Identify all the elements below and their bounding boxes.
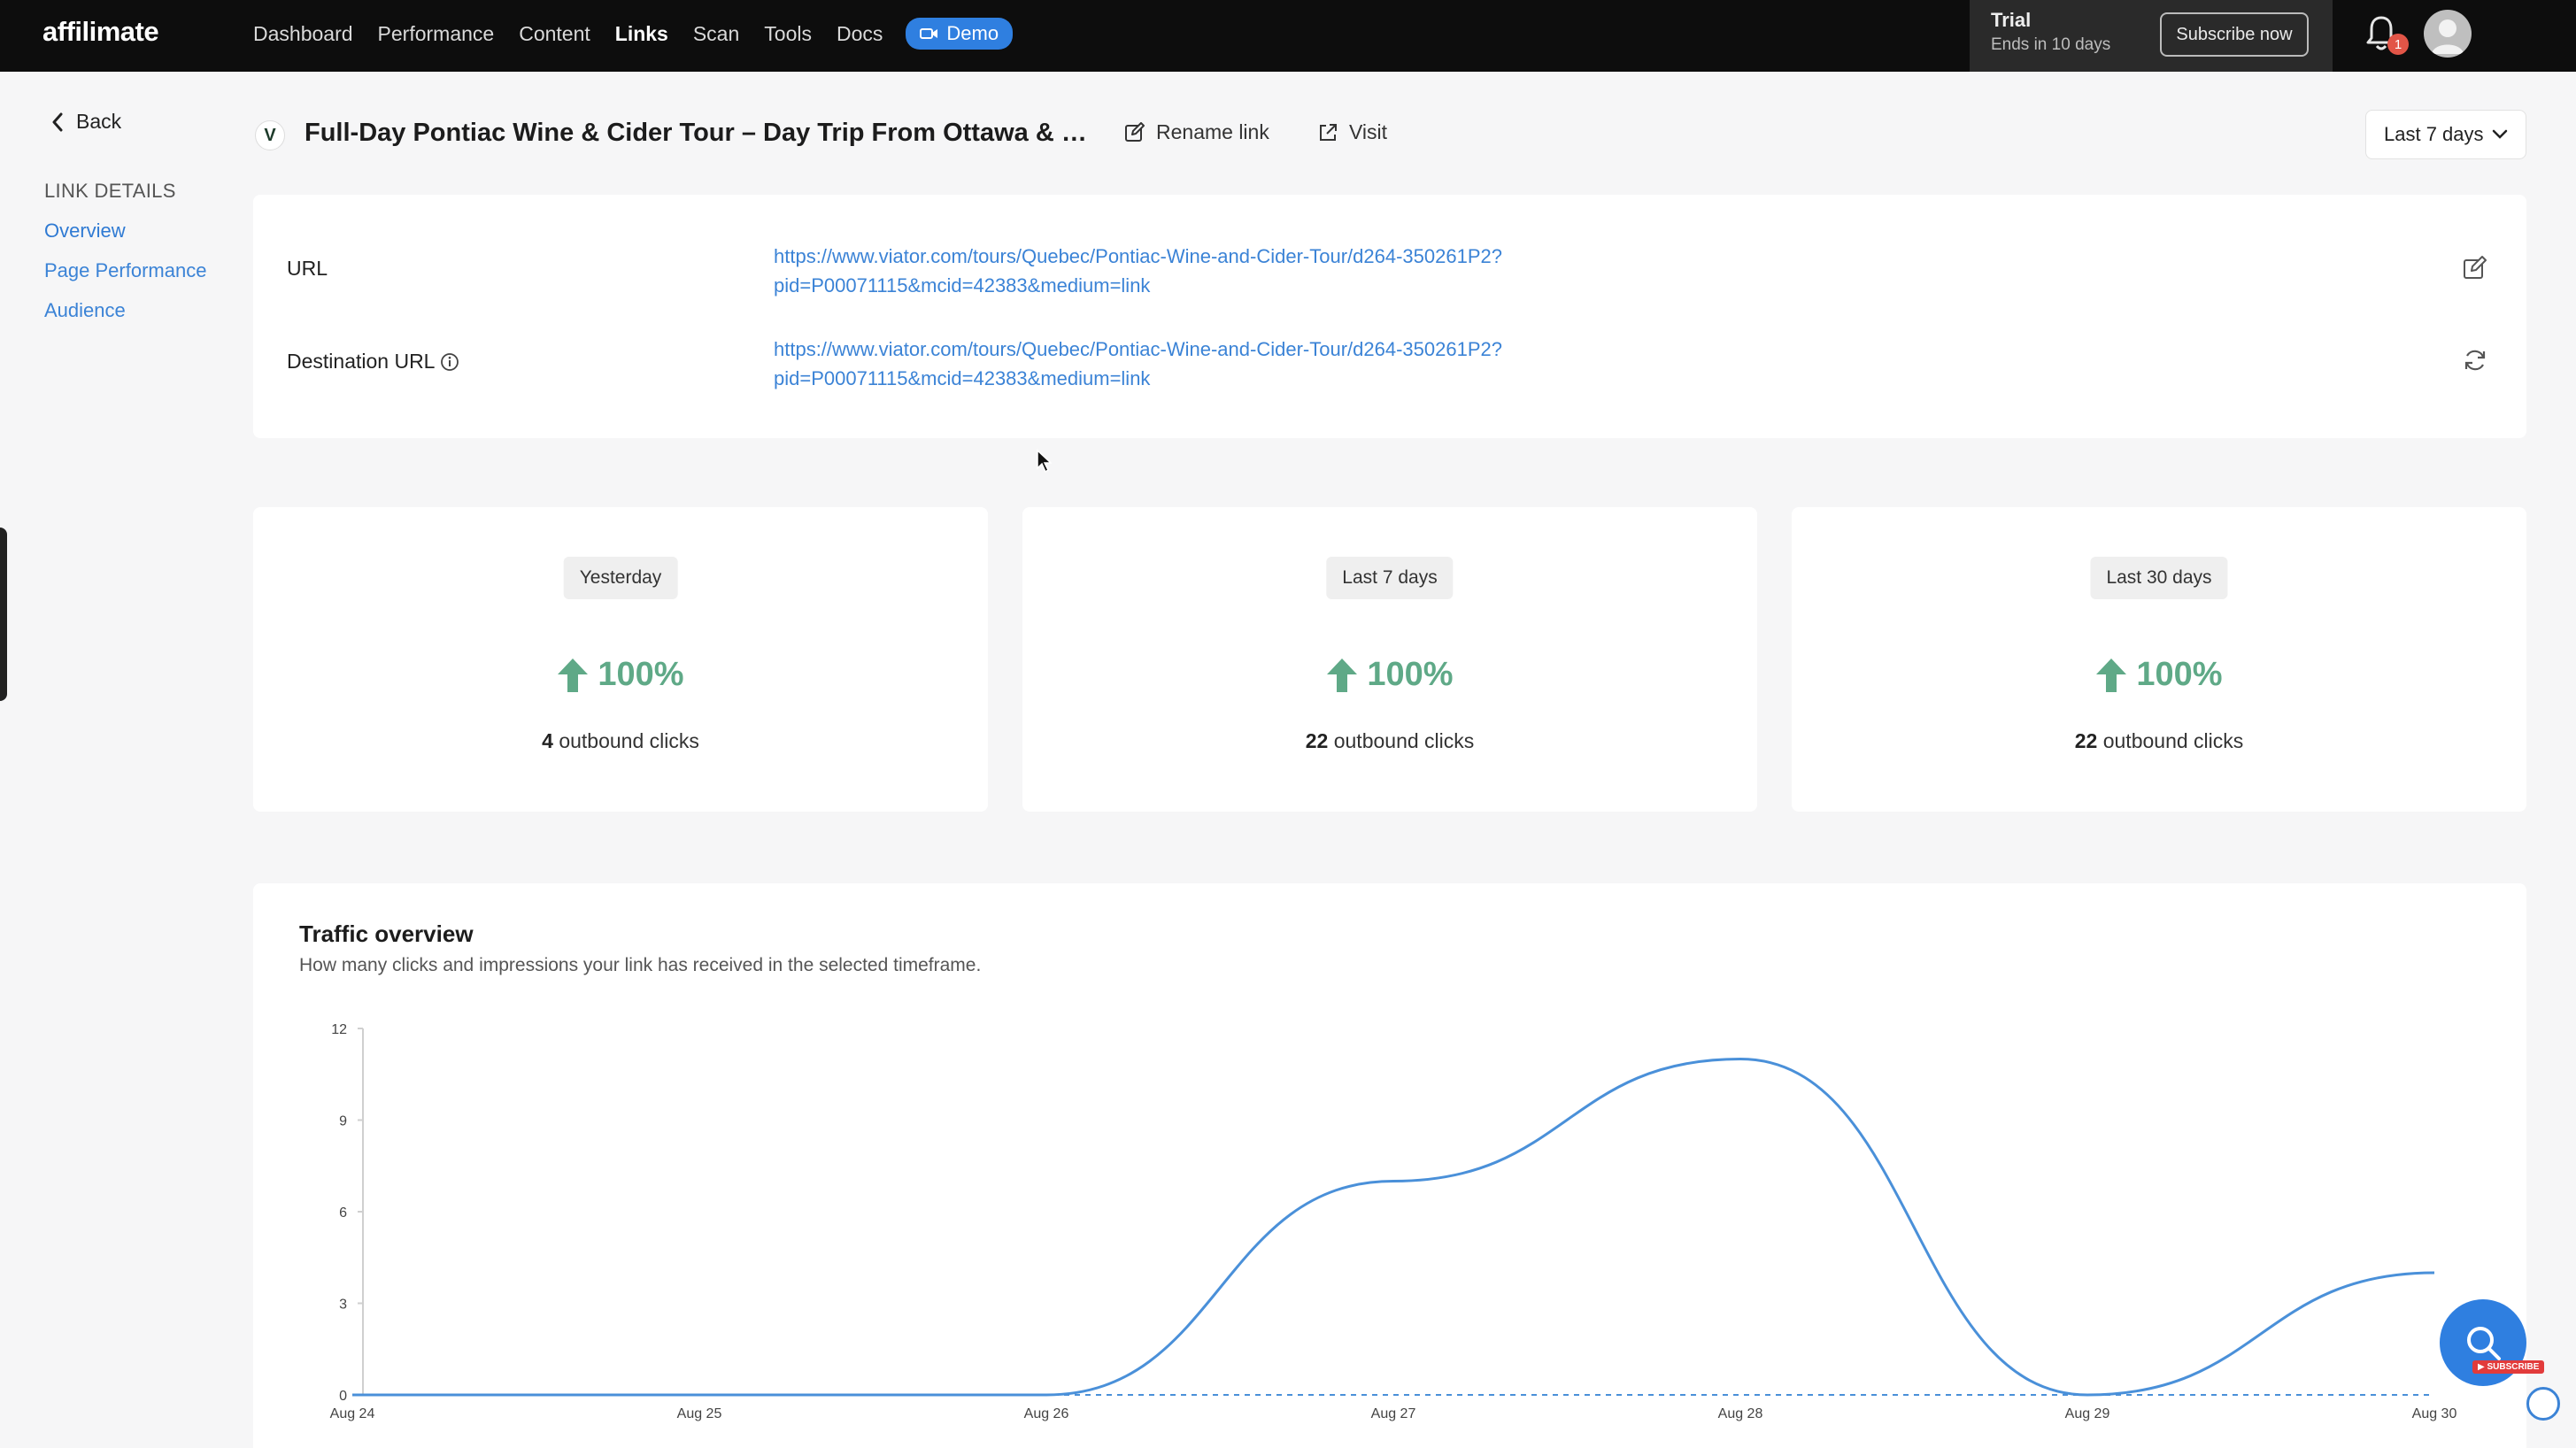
nav-content[interactable]: Content bbox=[519, 22, 590, 46]
back-label: Back bbox=[76, 110, 122, 133]
y-tick-label: 9 bbox=[339, 1114, 347, 1129]
info-icon[interactable] bbox=[440, 352, 459, 372]
date-range-value: Last 7 days bbox=[2384, 123, 2484, 145]
arrow-up-icon bbox=[2096, 658, 2127, 692]
stat-card-last-30-days: Last 30 days 100% 22 outbound clicks bbox=[1792, 507, 2526, 812]
y-tick-label: 6 bbox=[339, 1205, 347, 1221]
stat-clicks-count: 4 bbox=[542, 729, 553, 752]
traffic-overview-card: Traffic overview How many clicks and imp… bbox=[253, 883, 2526, 1448]
url-line-2: pid=P00071115&mcid=42383&medium=link bbox=[774, 274, 1151, 297]
link-url-card: URL https://www.viator.com/tours/Quebec/… bbox=[253, 195, 2526, 438]
subscribe-now-button[interactable]: Subscribe now bbox=[2160, 12, 2309, 57]
date-range-select[interactable]: Last 7 days bbox=[2365, 110, 2526, 159]
stat-card-last-7-days: Last 7 days 100% 22 outbound clicks bbox=[1022, 507, 1757, 812]
x-tick-label: Aug 25 bbox=[677, 1406, 722, 1421]
nav-scan[interactable]: Scan bbox=[693, 22, 739, 46]
link-details-nav: Overview Page Performance Audience bbox=[44, 220, 206, 322]
chevron-down-icon bbox=[2492, 129, 2508, 139]
link-details-heading: LINK DETAILS bbox=[44, 180, 176, 202]
stat-period-pill: Yesterday bbox=[563, 557, 678, 599]
subscribe-badge: ▶ SUBSCRIBE bbox=[2472, 1360, 2545, 1374]
chevron-left-icon bbox=[52, 112, 63, 131]
stat-change-value: 100% bbox=[1367, 656, 1454, 693]
rename-link-button[interactable]: Rename link bbox=[1124, 120, 1269, 144]
stat-change: 100% bbox=[1792, 656, 2526, 694]
rename-link-label: Rename link bbox=[1156, 120, 1269, 143]
viator-logo-icon: V bbox=[255, 120, 285, 150]
nav-tools[interactable]: Tools bbox=[764, 22, 812, 46]
sidebar-item-overview[interactable]: Overview bbox=[44, 220, 206, 243]
stat-card-yesterday: Yesterday 100% 4 outbound clicks bbox=[253, 507, 988, 812]
arrow-up-icon bbox=[558, 658, 589, 692]
y-tick-label: 3 bbox=[339, 1298, 347, 1313]
url-value[interactable]: https://www.viator.com/tours/Quebec/Pont… bbox=[774, 242, 1836, 300]
stat-change: 100% bbox=[1022, 656, 1757, 694]
mouse-cursor-icon bbox=[1037, 449, 1052, 474]
nav-performance[interactable]: Performance bbox=[378, 22, 495, 46]
affilimate-logo[interactable]: affilimate bbox=[42, 16, 159, 48]
trial-banner: Trial Ends in 10 days Subscribe now bbox=[1970, 0, 2333, 72]
visit-label: Visit bbox=[1349, 120, 1388, 143]
destination-url-line-2: pid=P00071115&mcid=42383&medium=link bbox=[774, 367, 1151, 389]
x-tick-label: Aug 24 bbox=[330, 1406, 375, 1421]
stat-change-value: 100% bbox=[598, 656, 684, 693]
destination-url-line-1: https://www.viator.com/tours/Quebec/Pont… bbox=[774, 338, 1502, 360]
sidebar-item-page-performance[interactable]: Page Performance bbox=[44, 259, 206, 282]
stat-change: 100% bbox=[253, 656, 988, 694]
clicks-series-line bbox=[352, 1057, 2435, 1397]
destination-url-label: Destination URL bbox=[287, 350, 436, 373]
stat-clicks: 22 outbound clicks bbox=[1792, 729, 2526, 753]
stat-clicks-count: 22 bbox=[1305, 729, 1329, 752]
x-tick-label: Aug 29 bbox=[2065, 1406, 2110, 1421]
visit-button[interactable]: Visit bbox=[1317, 120, 1387, 144]
stat-clicks-unit: outbound clicks bbox=[2102, 729, 2244, 752]
stat-clicks: 22 outbound clicks bbox=[1022, 729, 1757, 753]
back-button[interactable]: Back bbox=[51, 110, 121, 134]
nav-docs[interactable]: Docs bbox=[837, 22, 883, 46]
arrow-up-icon bbox=[1327, 658, 1358, 692]
video-camera-icon bbox=[920, 28, 938, 39]
y-tick-label: 0 bbox=[339, 1389, 347, 1404]
x-tick-label: Aug 30 bbox=[2412, 1406, 2457, 1421]
stat-period-pill: Last 30 days bbox=[2090, 557, 2228, 599]
url-line-1: https://www.viator.com/tours/Quebec/Pont… bbox=[774, 245, 1502, 267]
y-tick-label: 12 bbox=[331, 1022, 347, 1037]
edit-icon bbox=[1125, 121, 1145, 142]
nav-links[interactable]: Links bbox=[615, 22, 668, 46]
destination-url-value[interactable]: https://www.viator.com/tours/Quebec/Pont… bbox=[774, 335, 1836, 393]
destination-url-label-wrap: Destination URL bbox=[287, 350, 459, 374]
traffic-line-chart[interactable]: 0 3 6 9 12 Aug 24 Aug 25 Aug 26 Aug 27 Aug 28 Aug … bbox=[253, 883, 2526, 1448]
refresh-icon[interactable] bbox=[2462, 347, 2488, 374]
notification-count-badge: 1 bbox=[2387, 34, 2409, 55]
stat-change-value: 100% bbox=[2136, 656, 2223, 693]
sidebar-item-audience[interactable]: Audience bbox=[44, 299, 206, 322]
nav-dashboard[interactable]: Dashboard bbox=[253, 22, 353, 46]
x-tick-label: Aug 28 bbox=[1718, 1406, 1763, 1421]
stat-clicks-unit: outbound clicks bbox=[559, 729, 699, 752]
edit-url-icon[interactable] bbox=[2462, 255, 2488, 281]
stat-clicks: 4 outbound clicks bbox=[253, 729, 988, 753]
link-title: Full-Day Pontiac Wine & Cider Tour – Day… bbox=[305, 119, 1101, 147]
top-navigation-bar: affilimate Dashboard Performance Content… bbox=[0, 0, 2576, 72]
demo-label: Demo bbox=[946, 22, 999, 44]
x-tick-label: Aug 26 bbox=[1024, 1406, 1069, 1421]
demo-button[interactable]: Demo bbox=[906, 18, 1014, 50]
url-label: URL bbox=[287, 257, 328, 280]
search-help-icon bbox=[2467, 1327, 2501, 1360]
stat-clicks-count: 22 bbox=[2074, 729, 2098, 752]
x-tick-label: Aug 27 bbox=[1371, 1406, 1416, 1421]
user-avatar[interactable] bbox=[2424, 10, 2472, 58]
mini-chat-icon[interactable] bbox=[2526, 1387, 2560, 1421]
user-silhouette-icon bbox=[2432, 19, 2464, 54]
main-nav: Dashboard Performance Content Links Scan… bbox=[253, 18, 1014, 50]
external-link-icon bbox=[1320, 123, 1337, 141]
side-drawer-handle[interactable] bbox=[0, 528, 7, 701]
stat-clicks-unit: outbound clicks bbox=[1333, 729, 1475, 752]
stat-period-pill: Last 7 days bbox=[1326, 557, 1454, 599]
